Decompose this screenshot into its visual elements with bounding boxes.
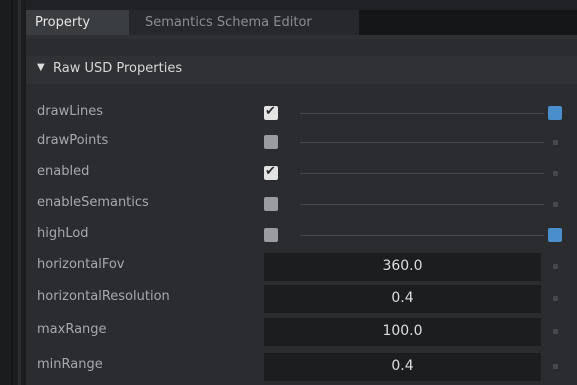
reset-to-default-icon[interactable] bbox=[548, 228, 562, 242]
checkmark-icon: ✔ bbox=[265, 104, 276, 119]
minRange-field[interactable]: 0.4 bbox=[264, 353, 541, 381]
property-row-minRange: minRange 0.4 bbox=[26, 351, 577, 381]
default-value-indicator-icon[interactable] bbox=[553, 171, 558, 176]
property-row-maxRange: maxRange 100.0 bbox=[26, 316, 577, 346]
maxRange-field[interactable]: 100.0 bbox=[264, 318, 541, 346]
default-value-indicator-icon[interactable] bbox=[553, 140, 558, 145]
property-row-horizontalFov: horizontalFov 360.0 bbox=[26, 251, 577, 281]
section-title: Raw USD Properties bbox=[53, 61, 183, 76]
dock-splitter[interactable] bbox=[18, 0, 21, 385]
property-row-enableSemantics: enableSemantics bbox=[26, 189, 577, 219]
tab-bar-empty-area bbox=[359, 10, 577, 35]
property-label: horizontalFov bbox=[37, 257, 125, 272]
default-value-indicator-icon[interactable] bbox=[553, 364, 558, 369]
drawLines-checkbox[interactable]: ✔ bbox=[264, 104, 278, 120]
checkmark-icon: ✔ bbox=[265, 164, 276, 179]
property-label: enabled bbox=[37, 164, 90, 179]
default-value-indicator-icon[interactable] bbox=[553, 329, 558, 334]
field-value: 360.0 bbox=[382, 258, 423, 274]
section-header-raw-usd-properties[interactable]: ▼ Raw USD Properties bbox=[26, 56, 577, 84]
reset-to-default-icon[interactable] bbox=[548, 106, 562, 120]
dock-divider bbox=[11, 0, 13, 385]
default-value-indicator-icon[interactable] bbox=[553, 264, 558, 269]
enableSemantics-checkbox[interactable] bbox=[264, 197, 278, 211]
tab-bar: Property Semantics Schema Editor bbox=[26, 10, 577, 35]
property-row-enabled: enabled ✔ bbox=[26, 158, 577, 188]
property-row-horizontalResolution: horizontalResolution 0.4 bbox=[26, 283, 577, 313]
tab-semantics-schema-editor[interactable]: Semantics Schema Editor bbox=[129, 10, 359, 35]
property-label: enableSemantics bbox=[37, 195, 149, 210]
property-label: maxRange bbox=[37, 322, 107, 337]
property-row-drawPoints: drawPoints bbox=[26, 127, 577, 157]
row-separator-line bbox=[300, 235, 544, 236]
drawPoints-checkbox[interactable] bbox=[264, 135, 278, 149]
property-label: horizontalResolution bbox=[37, 289, 170, 304]
property-label: drawLines bbox=[37, 104, 104, 119]
field-value: 100.0 bbox=[382, 323, 423, 339]
default-value-indicator-icon[interactable] bbox=[553, 202, 558, 207]
row-separator-line bbox=[300, 142, 544, 143]
left-dock-strip bbox=[0, 0, 26, 385]
highLod-checkbox[interactable] bbox=[264, 228, 278, 242]
property-label: drawPoints bbox=[37, 133, 109, 148]
collapse-arrow-icon[interactable]: ▼ bbox=[37, 62, 45, 73]
property-label: minRange bbox=[37, 357, 103, 372]
row-separator-line bbox=[300, 173, 544, 174]
tab-semantics-schema-editor-label: Semantics Schema Editor bbox=[145, 15, 312, 30]
horizontalFov-field[interactable]: 360.0 bbox=[264, 253, 541, 281]
horizontalResolution-field[interactable]: 0.4 bbox=[264, 285, 541, 313]
property-row-highLod: highLod bbox=[26, 220, 577, 250]
tab-property[interactable]: Property bbox=[26, 10, 129, 35]
row-separator-line bbox=[300, 204, 544, 205]
field-value: 0.4 bbox=[391, 358, 414, 374]
property-label: highLod bbox=[37, 226, 89, 241]
field-value: 0.4 bbox=[391, 290, 414, 306]
property-window: Property Semantics Schema Editor ▼ Raw U… bbox=[0, 0, 577, 385]
row-separator-line bbox=[300, 113, 544, 114]
property-row-drawLines: drawLines ✔ bbox=[26, 98, 577, 128]
enabled-checkbox[interactable]: ✔ bbox=[264, 164, 278, 180]
default-value-indicator-icon[interactable] bbox=[553, 296, 558, 301]
tab-property-label: Property bbox=[35, 15, 91, 30]
